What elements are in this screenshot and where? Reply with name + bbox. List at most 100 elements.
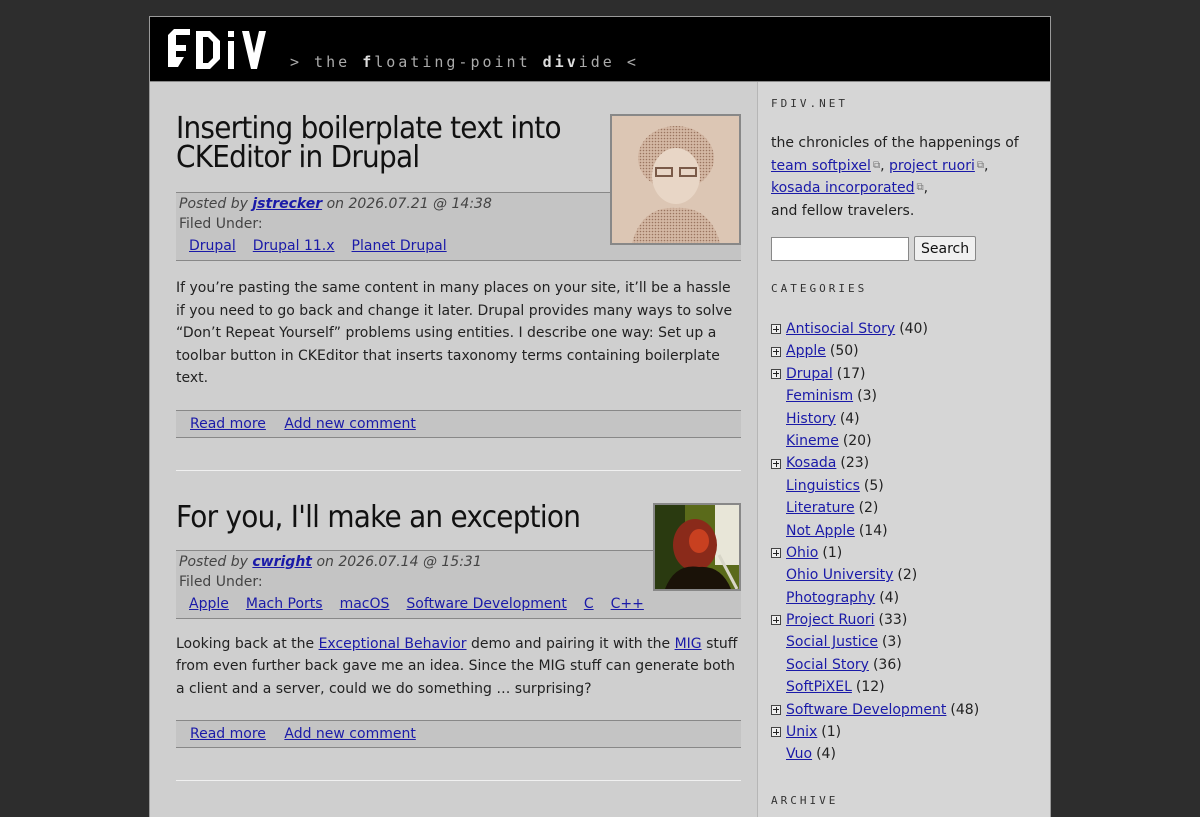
category-link[interactable]: Software Development bbox=[786, 699, 946, 721]
mig-link[interactable]: MIG bbox=[675, 636, 702, 652]
category-link[interactable]: Project Ruori bbox=[786, 609, 875, 631]
category-link[interactable]: Kineme bbox=[786, 430, 839, 452]
category-link[interactable]: Social Justice bbox=[786, 631, 878, 653]
category-count: (3) bbox=[857, 388, 877, 405]
category-item: Photography (4) bbox=[771, 587, 1050, 609]
read-more-link[interactable]: Read more bbox=[190, 416, 266, 432]
category-link[interactable]: Social Story bbox=[786, 654, 869, 676]
tag-link[interactable]: macOS bbox=[340, 596, 390, 612]
category-item: Social Justice (3) bbox=[771, 631, 1050, 653]
category-link[interactable]: Linguistics bbox=[786, 475, 860, 497]
comma: , bbox=[880, 157, 885, 174]
search-button[interactable]: Search bbox=[914, 236, 977, 261]
comma: , bbox=[923, 180, 929, 196]
category-link[interactable]: History bbox=[786, 408, 836, 430]
article-title[interactable]: Inserting boilerplate text into CKEditor… bbox=[176, 114, 567, 173]
expand-plus-icon[interactable] bbox=[771, 548, 781, 559]
tag-link[interactable]: Apple bbox=[189, 596, 229, 612]
search-input[interactable] bbox=[771, 236, 909, 261]
site-title: FDIV.NET bbox=[771, 97, 848, 110]
tag-link[interactable]: Mach Ports bbox=[246, 596, 323, 612]
tagline-mid: loating-point bbox=[374, 53, 543, 71]
add-comment-link[interactable]: Add new comment bbox=[284, 416, 415, 432]
expand-plus-icon[interactable] bbox=[771, 324, 781, 335]
category-item: Project Ruori (33) bbox=[771, 609, 1050, 631]
category-count: (20) bbox=[842, 432, 872, 449]
category-link[interactable]: Kosada bbox=[786, 452, 836, 474]
category-link[interactable]: Feminism bbox=[786, 385, 853, 407]
category-count: (2) bbox=[858, 500, 879, 517]
site-header: > the floating-point divide < bbox=[150, 17, 1050, 82]
category-count: (23) bbox=[840, 455, 870, 472]
category-link[interactable]: SoftPiXEL bbox=[786, 676, 852, 698]
category-count: (3) bbox=[881, 634, 902, 651]
project-ruori-link[interactable]: project ruori bbox=[889, 158, 975, 174]
category-link[interactable]: Unix bbox=[786, 721, 817, 743]
body-text-pre: Looking back at the bbox=[176, 635, 319, 652]
article-divider bbox=[176, 469, 741, 471]
sidebar: FDIV.NET the chronicles of the happening… bbox=[757, 82, 1050, 817]
article-title[interactable]: For you, I'll make an exception bbox=[176, 502, 585, 532]
main-content: Inserting boilerplate text into CKEditor… bbox=[176, 82, 741, 813]
archive-heading: ARCHIVE bbox=[771, 793, 839, 807]
article: For you, I'll make an exception Posted b… bbox=[176, 502, 741, 748]
team-softpixel-link[interactable]: team softpixel bbox=[771, 158, 871, 174]
tag-link[interactable]: Software Development bbox=[406, 596, 566, 612]
category-link[interactable]: Drupal bbox=[786, 363, 833, 385]
site-tagline: > the floating-point divide < bbox=[290, 53, 639, 71]
page-container: > the floating-point divide < Inserting … bbox=[149, 16, 1051, 817]
category-link[interactable]: Photography bbox=[786, 587, 875, 609]
tag-link[interactable]: Drupal 11.x bbox=[253, 238, 335, 254]
category-item: Drupal (17) bbox=[771, 363, 1050, 385]
category-count: (14) bbox=[858, 522, 888, 539]
site-logo[interactable] bbox=[166, 25, 278, 73]
category-item: Not Apple (14) bbox=[771, 520, 1050, 542]
author-link[interactable]: jstrecker bbox=[252, 196, 322, 212]
tag-link[interactable]: C bbox=[584, 596, 594, 612]
category-link[interactable]: Ohio bbox=[786, 542, 818, 564]
category-item: SoftPiXEL (12) bbox=[771, 676, 1050, 698]
kosada-link[interactable]: kosada incorporated bbox=[771, 180, 915, 196]
expand-plus-icon[interactable] bbox=[771, 346, 781, 357]
category-link[interactable]: Literature bbox=[786, 497, 855, 519]
tag-link[interactable]: C++ bbox=[611, 596, 644, 612]
category-link[interactable]: Ohio University bbox=[786, 564, 893, 586]
expand-plus-icon[interactable] bbox=[771, 458, 781, 469]
expand-plus-icon[interactable] bbox=[771, 727, 781, 738]
author-avatar[interactable] bbox=[653, 502, 741, 591]
post-date: on 2026.07.21 @ 14:38 bbox=[326, 196, 492, 212]
add-comment-link[interactable]: Add new comment bbox=[284, 726, 415, 742]
category-link[interactable]: Apple bbox=[786, 340, 826, 362]
category-count: (5) bbox=[863, 477, 884, 494]
category-count: (1) bbox=[821, 724, 842, 741]
category-item: Apple (50) bbox=[771, 340, 1050, 362]
logo-glyphs-icon bbox=[168, 29, 266, 69]
category-item: Unix (1) bbox=[771, 721, 1050, 743]
category-count: (4) bbox=[879, 589, 900, 606]
expand-plus-icon[interactable] bbox=[771, 368, 781, 379]
author-link[interactable]: cwright bbox=[252, 554, 312, 570]
tagline-end: ide < bbox=[578, 53, 639, 71]
posted-by-label: Posted by bbox=[179, 196, 248, 212]
tagline-prefix: > the bbox=[290, 53, 363, 71]
category-link[interactable]: Vuo bbox=[786, 743, 812, 765]
comma: , bbox=[984, 157, 989, 174]
tag-link[interactable]: Drupal bbox=[189, 238, 236, 254]
external-link-icon: ⧉ bbox=[916, 182, 924, 193]
author-avatar[interactable] bbox=[610, 114, 741, 245]
expand-plus-icon[interactable] bbox=[771, 615, 781, 626]
article-body: If you’re pasting the same content in ma… bbox=[176, 280, 733, 386]
category-count: (40) bbox=[899, 321, 928, 337]
external-link-icon: ⧉ bbox=[872, 159, 881, 171]
tag-link[interactable]: Planet Drupal bbox=[352, 238, 447, 254]
category-link[interactable]: Antisocial Story bbox=[786, 318, 895, 340]
avatar-portrait-icon bbox=[612, 116, 739, 243]
category-count: (12) bbox=[855, 679, 885, 696]
category-item: Social Story (36) bbox=[771, 654, 1050, 676]
expand-plus-icon[interactable] bbox=[771, 704, 781, 715]
body-text-mid: demo and pairing it with the bbox=[466, 635, 675, 652]
exceptional-behavior-link[interactable]: Exceptional Behavior bbox=[319, 636, 467, 652]
read-more-link[interactable]: Read more bbox=[190, 726, 266, 742]
category-link[interactable]: Not Apple bbox=[786, 520, 855, 542]
category-item: Software Development (48) bbox=[771, 699, 1050, 721]
